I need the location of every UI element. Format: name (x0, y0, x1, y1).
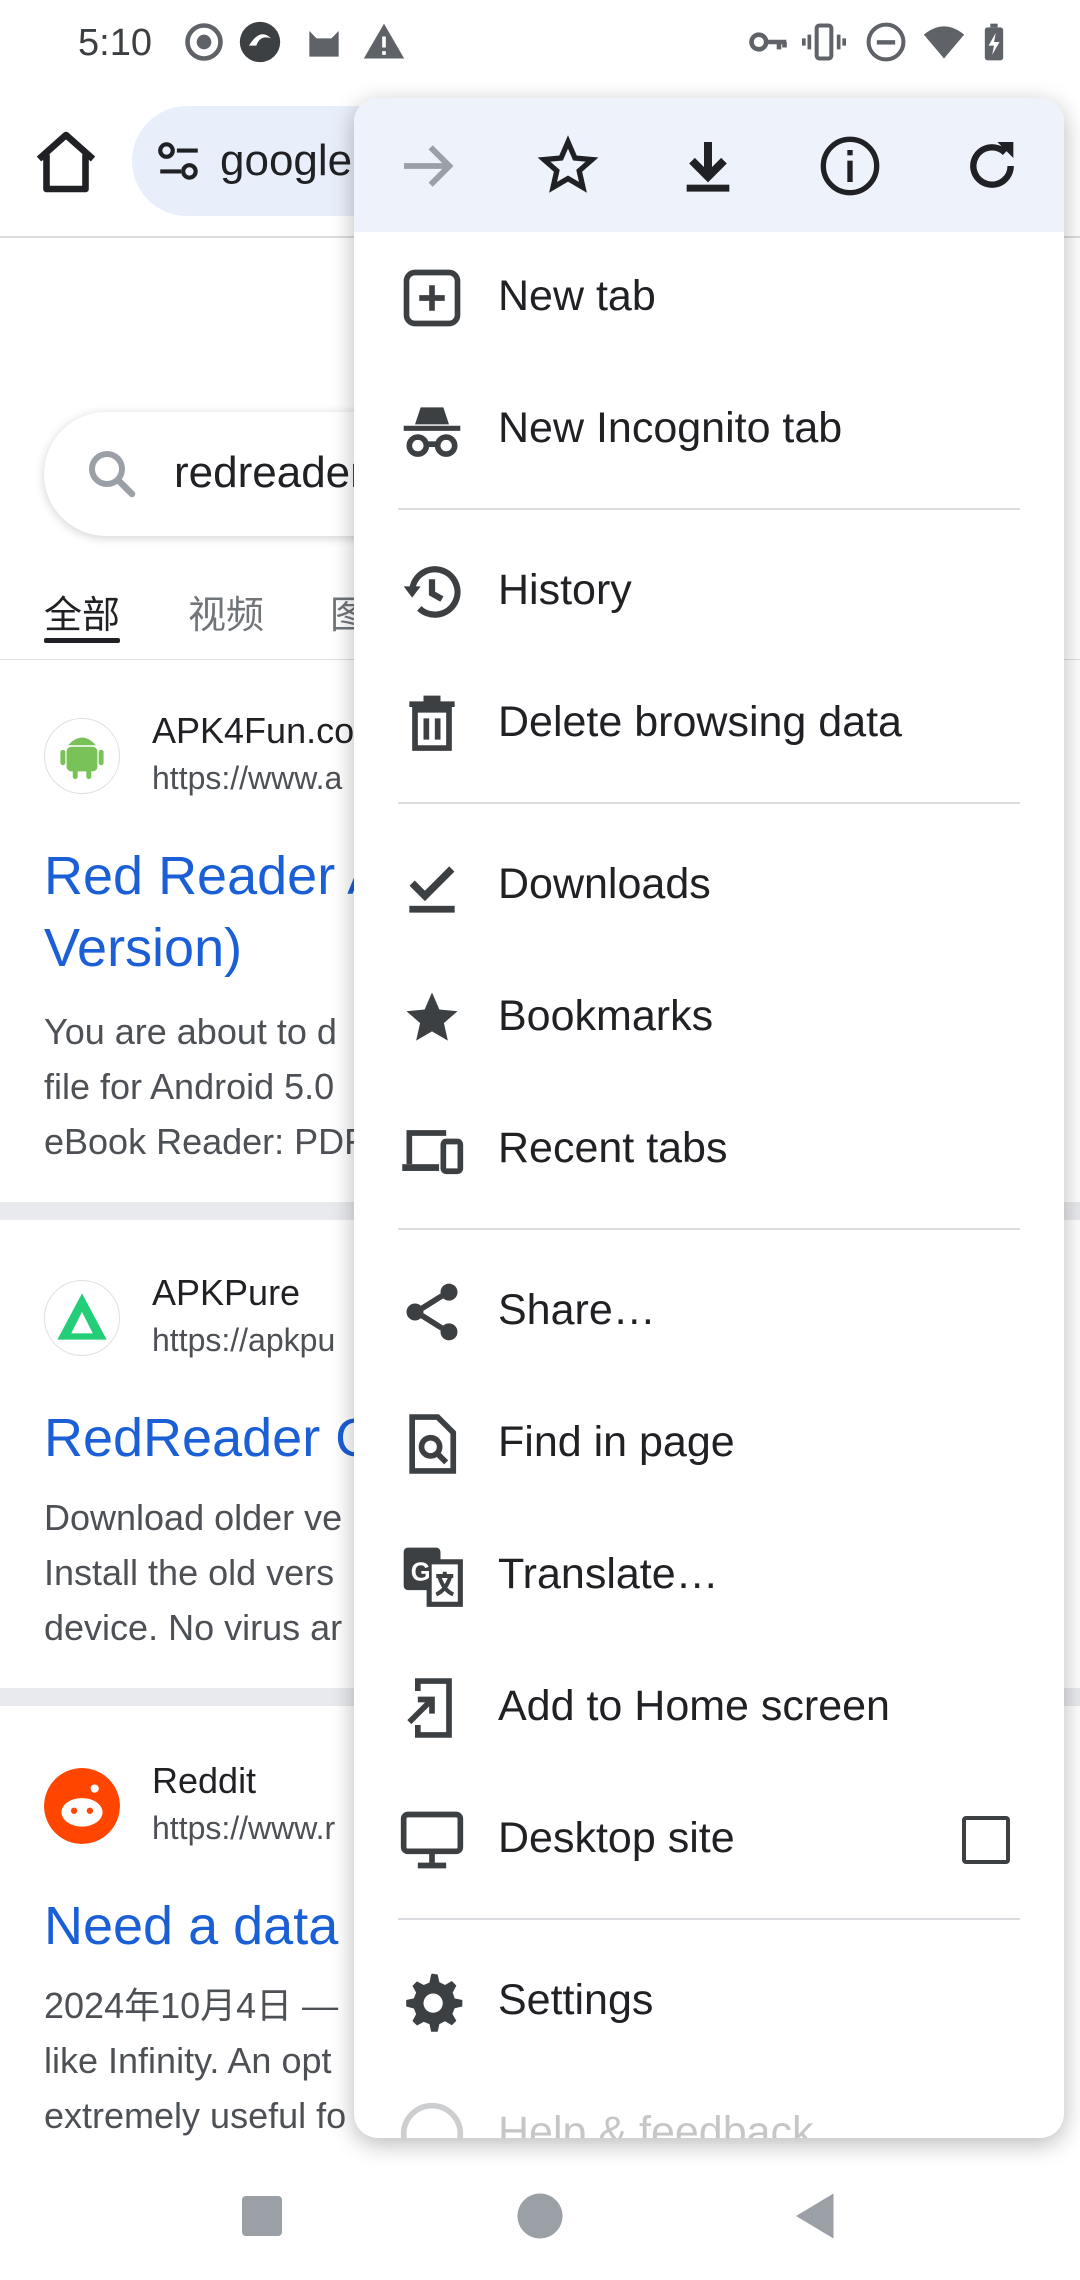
system-nav-bar (0, 2150, 1080, 2280)
menu-label: Downloads (498, 860, 711, 908)
menu-item-bookmarks[interactable]: Bookmarks (354, 952, 1064, 1084)
menu-label: Translate… (498, 1550, 719, 1598)
site-settings-icon[interactable] (154, 136, 204, 186)
menu-item-new-tab[interactable]: New tab (354, 232, 1064, 364)
menu-item-downloads[interactable]: Downloads (354, 820, 1064, 952)
translate-icon: G (398, 1542, 466, 1610)
menu-item-share[interactable]: Share… (354, 1246, 1064, 1378)
help-icon (398, 2100, 466, 2138)
recents-icon (242, 2196, 282, 2236)
bookmark-star-icon[interactable] (536, 134, 600, 198)
menu-separator (398, 508, 1020, 510)
back-button[interactable] (786, 2186, 846, 2246)
new-tab-icon (398, 264, 466, 332)
menu-item-add-to-home-screen[interactable]: Add to Home screen (354, 1642, 1064, 1774)
menu-separator (398, 1918, 1020, 1920)
menu-item-desktop-site[interactable]: Desktop site (354, 1774, 1064, 1906)
result-site-name: APKPure (152, 1272, 301, 1313)
svg-text:G: G (411, 1558, 431, 1586)
home-circle-icon (517, 2193, 563, 2239)
menu-label: Delete browsing data (498, 698, 902, 746)
recents-button[interactable] (232, 2186, 292, 2246)
incognito-icon (398, 396, 466, 464)
result-url[interactable]: https://www.r (152, 1810, 335, 1847)
active-tab-indicator (44, 638, 120, 643)
menu-label: Add to Home screen (498, 1682, 890, 1730)
trash-icon (398, 690, 466, 758)
menu-item-find-in-page[interactable]: Find in page (354, 1378, 1064, 1510)
download-icon[interactable] (676, 134, 740, 198)
warning-icon (362, 20, 406, 64)
android-favicon-icon (44, 718, 120, 794)
menu-label: Desktop site (498, 1814, 735, 1862)
menu-label: New Incognito tab (498, 404, 843, 452)
menu-item-history[interactable]: History (354, 526, 1064, 658)
history-icon (398, 558, 466, 626)
vpn-icon (238, 20, 282, 64)
wifi-icon (922, 20, 966, 64)
find-in-page-icon (398, 1410, 466, 1478)
menu-label: Help & feedback (498, 2108, 814, 2138)
tab-videos[interactable]: 视频 (188, 584, 264, 639)
menu-label: Bookmarks (498, 992, 714, 1040)
key-icon (746, 20, 790, 64)
reddit-favicon-icon (44, 1768, 120, 1844)
share-icon (398, 1278, 466, 1346)
home-icon (36, 131, 96, 193)
info-icon[interactable] (818, 134, 882, 198)
menu-label: History (498, 566, 632, 614)
apkpure-favicon-icon (44, 1280, 120, 1356)
add-to-home-icon (398, 1674, 466, 1742)
menu-label: Share… (498, 1286, 656, 1334)
tab-all[interactable]: 全部 (44, 584, 120, 639)
home-nav-button[interactable] (510, 2186, 570, 2246)
menu-label: Find in page (498, 1418, 735, 1466)
menu-item-settings[interactable]: Settings (354, 1936, 1064, 2068)
menu-item-delete-browsing-data[interactable]: Delete browsing data (354, 658, 1064, 790)
reload-icon[interactable] (960, 134, 1024, 198)
desktop-site-checkbox[interactable] (962, 1816, 1010, 1864)
menu-item-help-and-feedback[interactable]: Help & feedback (354, 2068, 1064, 2138)
menu-separator (398, 802, 1020, 804)
forward-icon[interactable] (396, 134, 460, 198)
status-bar: 5:10 (0, 0, 1080, 88)
menu-separator (398, 1228, 1020, 1230)
menu-label: Recent tabs (498, 1124, 728, 1172)
vibrate-icon (802, 20, 846, 64)
star-icon (398, 984, 466, 1052)
search-icon (82, 444, 142, 504)
menu-item-recent-tabs[interactable]: Recent tabs (354, 1084, 1064, 1216)
menu-action-row (354, 98, 1064, 232)
menu-item-new-incognito-tab[interactable]: New Incognito tab (354, 364, 1064, 496)
battery-icon (972, 20, 1016, 64)
cat-icon (302, 20, 346, 64)
result-site-name: Reddit (152, 1760, 257, 1801)
overflow-menu: New tab New Incognito tab History Delete… (354, 98, 1064, 2138)
downloads-check-icon (398, 852, 466, 920)
record-icon (182, 20, 226, 64)
dnd-icon (864, 20, 908, 64)
settings-icon (398, 1968, 466, 2036)
menu-label: New tab (498, 272, 656, 320)
status-time: 5:10 (78, 22, 152, 64)
result-site-name: APK4Fun.co (152, 710, 355, 751)
search-query[interactable]: redreader (174, 448, 365, 498)
back-triangle-icon (796, 2193, 834, 2239)
result-url[interactable]: https://www.a (152, 760, 342, 797)
menu-label: Settings (498, 1976, 654, 2024)
devices-icon (398, 1116, 466, 1184)
home-button[interactable] (30, 126, 102, 198)
menu-item-translate[interactable]: G Translate… (354, 1510, 1064, 1642)
desktop-icon (398, 1806, 466, 1874)
omnibox-url[interactable]: google (220, 136, 352, 186)
result-url[interactable]: https://apkpu (152, 1322, 335, 1359)
